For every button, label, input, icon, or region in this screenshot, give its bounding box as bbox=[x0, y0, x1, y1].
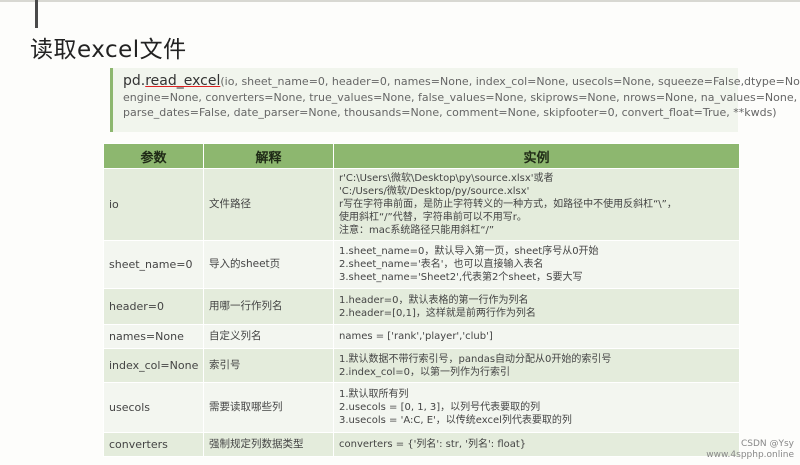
example-line: 'C:/Users/微软/Desktop/py/source.xlsx' bbox=[339, 186, 530, 197]
example-cell: converters = {'列名': str, '列名': float} bbox=[333, 432, 740, 457]
table-row: header=0 用哪一行作列名 1.header=0，默认表格的第一行作为列名… bbox=[103, 288, 740, 325]
desc-cell: 用哪一行作列名 bbox=[203, 288, 334, 325]
param-cell: index_col=None bbox=[103, 348, 204, 383]
example-line: 1.sheet_name=0，默认导入第一页，sheet序号从0开始 bbox=[339, 246, 599, 257]
example-line: r'C:\Users\微软\Desktop\py\source.xlsx'或者 bbox=[339, 173, 554, 184]
signature-params-1: (io, sheet_name=0, header=0, names=None,… bbox=[220, 75, 800, 88]
param-cell: sheet_name=0 bbox=[103, 240, 204, 289]
slide-title: 读取excel文件 bbox=[30, 37, 187, 63]
table-row: names=None 自定义列名 names = ['rank','player… bbox=[103, 324, 740, 349]
watermark-line-1: CSDN @Ysy bbox=[740, 439, 794, 449]
example-line: 2.sheet_name='表名'，也可以直接输入表名 bbox=[339, 259, 544, 270]
example-line: converters = {'列名': str, '列名': float} bbox=[339, 439, 527, 450]
example-line: 注意：mac系统路径只能用斜杠“/” bbox=[339, 225, 495, 236]
param-cell: usecols bbox=[103, 382, 204, 433]
signature-prefix: pd. bbox=[123, 73, 146, 89]
example-line: 使用斜杠“/”代替，字符串前可以不用写r。 bbox=[339, 212, 527, 223]
example-line: 1.header=0，默认表格的第一行作为列名 bbox=[339, 294, 529, 306]
desc-cell: 强制规定列数据类型 bbox=[203, 432, 334, 457]
example-cell: 1.默认取所有列 2.usecols = [0, 1, 3]，以列号代表要取的列… bbox=[333, 382, 740, 433]
example-line: 3.usecols = 'A:C, E'，以传统excel列代表要取的列 bbox=[339, 415, 572, 426]
desc-cell: 导入的sheet页 bbox=[203, 240, 334, 289]
desc-cell: 自定义列名 bbox=[203, 324, 334, 349]
example-cell: 1.默认数据不带行索引号，pandas自动分配从0开始的索引号 2.index_… bbox=[333, 348, 740, 383]
table-header-row: 参数 解释 实例 bbox=[103, 143, 740, 169]
header-param: 参数 bbox=[103, 143, 204, 169]
example-line: 1.默认取所有列 bbox=[339, 389, 409, 400]
param-cell: header=0 bbox=[103, 288, 204, 325]
example-line: 2.header=[0,1]，这样就是前两行作为列名 bbox=[339, 307, 536, 319]
param-cell: names=None bbox=[103, 324, 204, 349]
top-divider bbox=[0, 0, 800, 2]
signature-line-2: engine=None, converters=None, true_value… bbox=[123, 91, 798, 104]
example-line: 1.默认数据不带行索引号，pandas自动分配从0开始的索引号 bbox=[339, 353, 612, 365]
param-cell: io bbox=[103, 168, 204, 241]
signature-line-3: parse_dates=False, date_parser=None, tho… bbox=[123, 106, 777, 119]
example-cell: names = ['rank','player','club'] bbox=[333, 324, 740, 349]
desc-cell: 文件路径 bbox=[203, 168, 334, 241]
desc-cell: 需要读取哪些列 bbox=[203, 382, 334, 433]
param-cell: converters bbox=[103, 432, 204, 457]
table-row: index_col=None 索引号 1.默认数据不带行索引号，pandas自动… bbox=[103, 348, 740, 383]
parameter-table: 参数 解释 实例 io 文件路径 r'C:\Users\微软\Desktop\p… bbox=[103, 143, 740, 457]
watermark-line-2: www.4spphp.online bbox=[706, 450, 794, 460]
example-line: 3.sheet_name='Sheet2',代表第2个sheet，S要大写 bbox=[339, 272, 583, 283]
table-row: io 文件路径 r'C:\Users\微软\Desktop\py\source.… bbox=[103, 168, 740, 241]
desc-cell: 索引号 bbox=[203, 348, 334, 383]
signature-line-1: pd.read_excel(io, sheet_name=0, header=0… bbox=[123, 72, 800, 90]
example-line: 2.usecols = [0, 1, 3]，以列号代表要取的列 bbox=[339, 402, 541, 413]
table-row: usecols 需要读取哪些列 1.默认取所有列 2.usecols = [0,… bbox=[103, 382, 740, 433]
header-example: 实例 bbox=[333, 143, 740, 169]
example-cell: r'C:\Users\微软\Desktop\py\source.xlsx'或者 … bbox=[333, 168, 740, 241]
example-line: 2.index_col=0，以第一列作为行索引 bbox=[339, 366, 511, 378]
example-line: names = ['rank','player','club'] bbox=[339, 331, 493, 342]
example-line: r写在字符串前面，是防止字符转义的一种方式，如路径中不使用反斜杠“\”， bbox=[339, 199, 677, 210]
function-signature-box: pd.read_excel(io, sheet_name=0, header=0… bbox=[110, 68, 800, 132]
example-cell: 1.sheet_name=0，默认导入第一页，sheet序号从0开始 2.she… bbox=[333, 240, 740, 289]
signature-function-name: read_excel bbox=[145, 73, 221, 89]
table-row: converters 强制规定列数据类型 converters = {'列名':… bbox=[103, 432, 740, 457]
watermark: CSDN @Ysy www.4spphp.online bbox=[706, 439, 794, 461]
slide-left-bar bbox=[35, 0, 38, 28]
header-desc: 解释 bbox=[203, 143, 334, 169]
table-row: sheet_name=0 导入的sheet页 1.sheet_name=0，默认… bbox=[103, 240, 740, 289]
example-cell: 1.header=0，默认表格的第一行作为列名 2.header=[0,1]，这… bbox=[333, 288, 740, 325]
